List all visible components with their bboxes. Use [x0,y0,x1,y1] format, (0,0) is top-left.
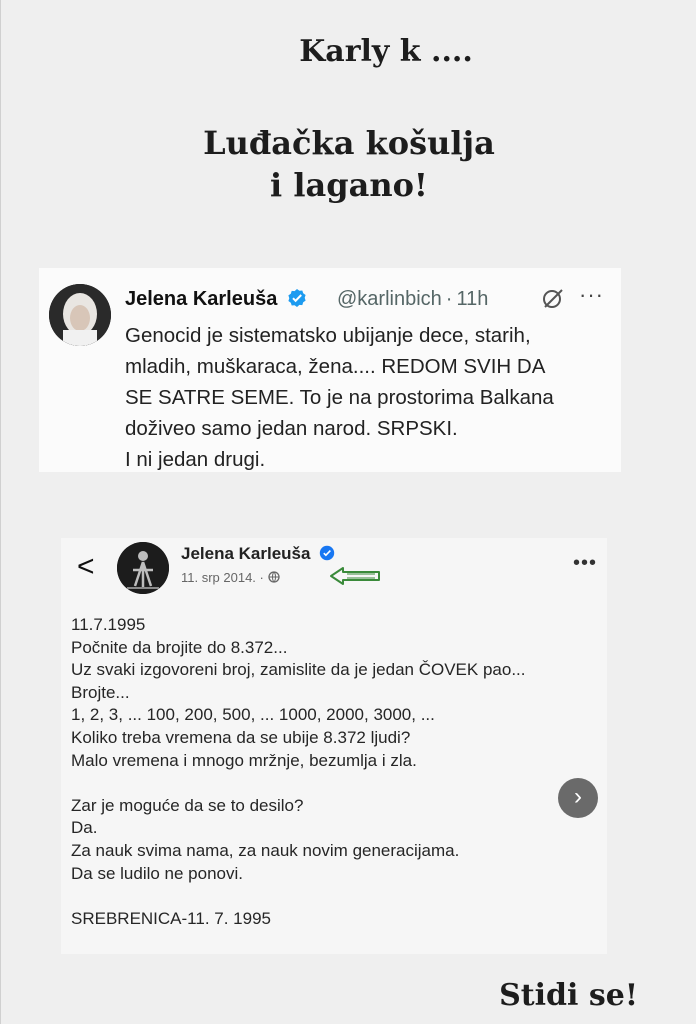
avatar-image-icon [117,542,169,594]
post-date[interactable]: 11. srp 2014. · [181,570,280,585]
more-icon[interactable]: ··· [579,282,604,308]
tweet-text: Genocid je sistematsko ubijanje dece, st… [125,324,554,471]
tweet-card[interactable]: Jelena Karleuša @karlinbich · 11h ··· Geno… [39,268,621,472]
globe-icon [267,571,280,583]
grok-icon[interactable] [541,286,565,310]
green-arrow-icon [330,567,380,585]
avatar-image-icon [49,284,111,346]
avatar[interactable] [117,542,169,594]
next-arrow-icon[interactable]: › [558,778,598,818]
separator-dot: · [445,288,453,310]
verified-badge-icon [320,545,335,561]
tweet-handle-time: @karlinbich · 11h [337,288,488,311]
caption-middle: Luđačka košulja i lagano! [1,122,696,206]
tweet-handle[interactable]: @karlinbich [337,288,442,310]
post-author-name[interactable]: Jelena Karleuša [181,544,335,564]
story-canvas: Karly k .... Luđačka košulja i lagano! J… [0,0,696,1024]
post-date-text: 11. srp 2014. · [181,570,264,585]
tweet-author-name[interactable]: Jelena Karleuša [125,288,307,311]
caption-bottom: Stidi se! [499,978,638,1013]
post-text: 11.7.1995 Počnite da brojite do 8.372...… [71,615,526,928]
facebook-post-screenshot: < Jelena Karleuša 11. srp 2014. · ••• 11… [61,538,607,954]
back-chevron-icon[interactable]: < [77,550,95,584]
post-author-name-text: Jelena Karleuša [181,544,311,563]
tweet-author-name-text: Jelena Karleuša [125,288,278,310]
more-icon[interactable]: ••• [573,552,597,575]
tweet-time[interactable]: 11h [456,288,488,310]
caption-middle-line1: Luđačka košulja [203,124,495,162]
avatar[interactable] [49,284,111,346]
caption-middle-line2: i lagano! [270,166,428,204]
caption-top: Karly k .... [299,34,473,69]
verified-badge-icon [288,289,306,307]
